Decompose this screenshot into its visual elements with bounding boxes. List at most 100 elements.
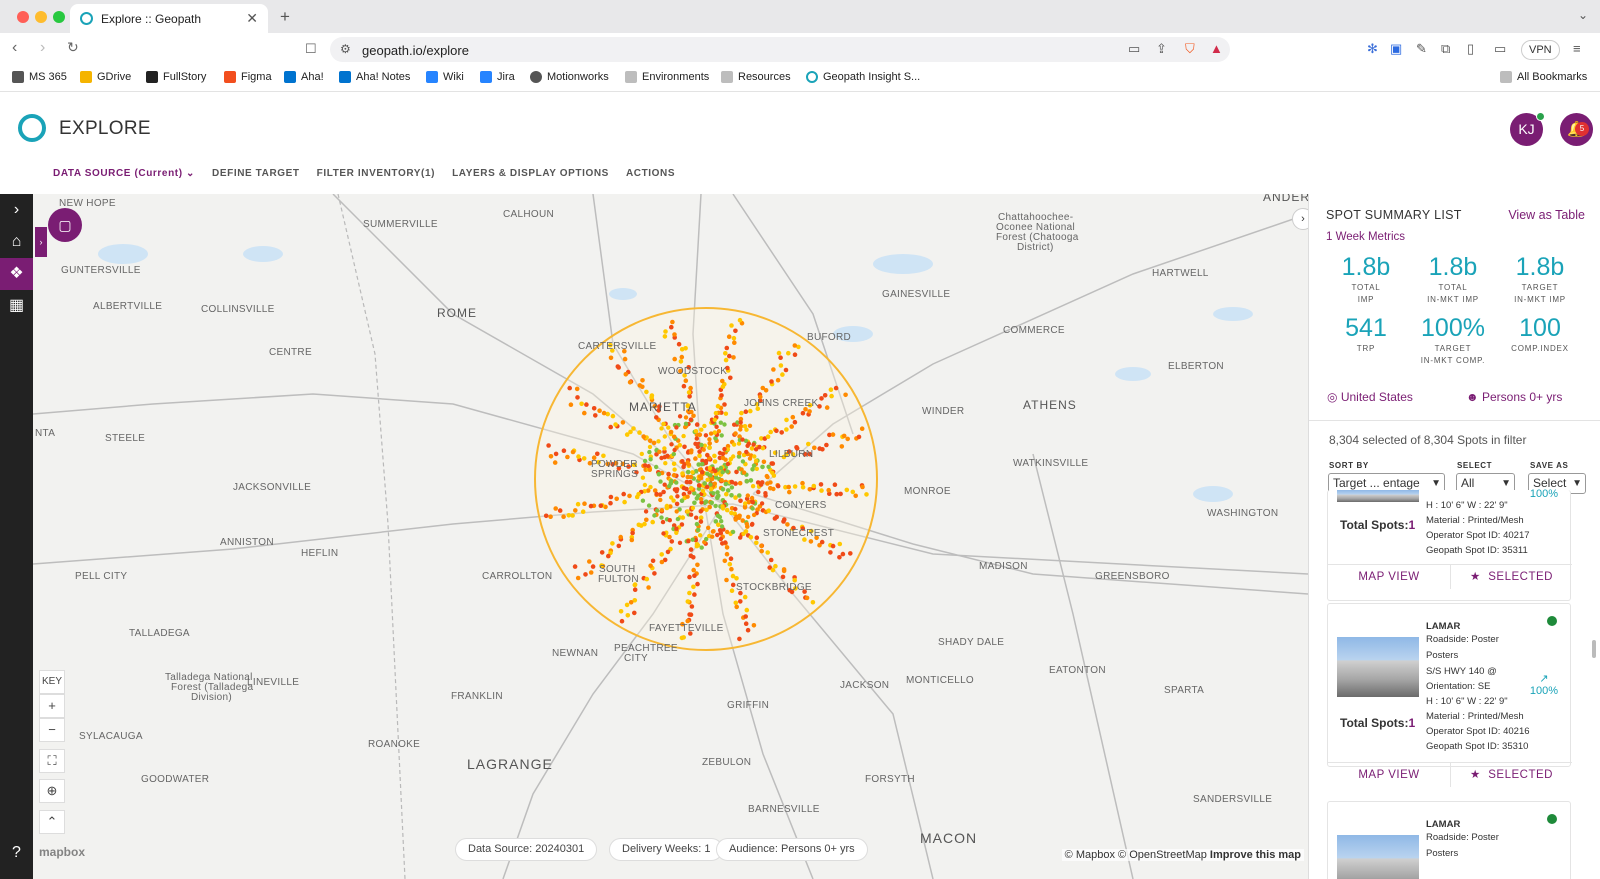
map-key-button[interactable]: KEY (39, 670, 65, 694)
collapse-controls-chevron-icon[interactable]: ⌃ (39, 810, 65, 834)
geopath-logo-icon[interactable] (18, 114, 46, 142)
help-icon[interactable]: ? (0, 837, 33, 869)
browser-tab[interactable]: Explore :: Geopath ✕ (70, 4, 268, 33)
menu-define-target[interactable]: DEFINE TARGET (212, 168, 300, 179)
bookmark-aha-notes[interactable]: Aha! Notes (339, 71, 410, 83)
zoom-window-button[interactable] (53, 11, 65, 23)
spot-dot (729, 323, 734, 328)
extension-snowflake-icon[interactable]: ✻ (1367, 41, 1378, 57)
apps-grid-icon[interactable]: ▦ (0, 290, 33, 322)
view-as-table-link[interactable]: View as Table (1508, 208, 1585, 222)
all-bookmarks[interactable]: All Bookmarks (1500, 71, 1587, 83)
map-label: MADISON (979, 561, 1028, 572)
spot-card[interactable]: LAMAR Roadside: Poster Posters (1327, 801, 1571, 879)
spot-dot (785, 522, 790, 527)
bookmark-fullstory[interactable]: FullStory (146, 71, 206, 83)
bookmark-resources[interactable]: Resources (721, 71, 791, 83)
bookmark-aha[interactable]: Aha! (284, 71, 324, 83)
expand-nav-chevron-icon[interactable]: › (0, 194, 33, 226)
locate-me-icon[interactable]: ⊕ (39, 779, 65, 803)
site-settings-icon[interactable]: ⚙ (340, 42, 351, 56)
sidebar-icon[interactable]: ▯ (1467, 41, 1474, 57)
display-screen-icon[interactable]: ▢ (48, 208, 82, 242)
cast-icon[interactable]: ▭ (1128, 41, 1140, 57)
share-icon[interactable]: ⇪ (1156, 41, 1167, 57)
bookmark-geopath-insight[interactable]: Geopath Insight S... (806, 71, 920, 83)
panel-scrollbar[interactable] (1592, 640, 1596, 658)
selected-button[interactable]: ★ SELECTED (1450, 763, 1572, 787)
spot-dot (641, 434, 646, 439)
brave-shield-icon[interactable]: ⛉ (1185, 41, 1195, 57)
back-arrow-icon[interactable]: ‹ (12, 39, 17, 57)
new-tab-icon[interactable]: + (280, 7, 290, 27)
layer-panel-tab[interactable]: › (35, 227, 47, 257)
bookmark-motionworks[interactable]: Motionworks (530, 71, 609, 83)
bookmark-gdrive[interactable]: GDrive (80, 71, 131, 83)
spot-dot (776, 350, 782, 356)
audience-selector[interactable]: ☻ Persons 0+ yrs (1466, 390, 1562, 404)
audience-pill[interactable]: Audience: Persons 0+ yrs (716, 838, 868, 861)
spot-dot (710, 534, 715, 539)
selected-button[interactable]: ★ SELECTED (1450, 565, 1572, 589)
spot-card[interactable]: LAMAR Roadside: Poster Posters S/S HWY 1… (1327, 603, 1572, 787)
spot-dot (828, 387, 834, 392)
zoom-in-button[interactable]: + (39, 694, 65, 718)
spot-dot (679, 347, 685, 352)
forward-arrow-icon[interactable]: › (40, 39, 45, 57)
app-header: EXPLORE KJ 🔔 5 DATA SOURCE (Current) ⌄ D… (0, 92, 1600, 194)
extension-new-icon[interactable]: ▣ (1390, 41, 1402, 57)
wallet-icon[interactable]: ▭ (1494, 41, 1506, 57)
bookmark-environments[interactable]: Environments (625, 71, 709, 83)
data-source-pill[interactable]: Data Source: 20240301 (455, 838, 598, 861)
delivery-weeks-pill[interactable]: Delivery Weeks: 1 (609, 838, 724, 861)
mapbox-attribution-link[interactable]: © Mapbox (1065, 849, 1115, 861)
explore-compass-icon[interactable]: ❖ (0, 258, 33, 290)
spot-card[interactable]: 100% H : 10' 6" W : 22' 9" Material : Pr… (1327, 488, 1572, 601)
eyedropper-icon[interactable]: ✎ (1416, 41, 1427, 57)
spot-dot (643, 509, 649, 514)
fullscreen-icon[interactable]: ⛶ (39, 749, 65, 773)
address-bar[interactable]: ⚙ geopath.io/explore ▭ ⇪ ⛉ ▲ (330, 37, 1230, 62)
map-view-button[interactable]: MAP VIEW (1328, 763, 1450, 787)
geography-selector[interactable]: ◎ United States (1327, 390, 1413, 404)
brave-rewards-icon[interactable]: ▲ (1210, 41, 1223, 56)
map-canvas[interactable]: ▢ › › KEY + − ⛶ ⊕ ⌃ mapbox Data Source: … (33, 194, 1308, 879)
minimize-window-button[interactable] (35, 11, 47, 23)
vpn-button[interactable]: VPN (1521, 40, 1560, 60)
spot-dot (681, 433, 686, 439)
spot-dot (808, 539, 814, 544)
tab-search-chevron-icon[interactable]: ⌄ (1578, 8, 1588, 22)
map-view-button[interactable]: MAP VIEW (1328, 565, 1450, 589)
bookmark-page-icon[interactable]: ☐ (305, 41, 317, 57)
bookmarks-bar: MS 365 GDrive FullStory Figma Aha! Aha! … (0, 65, 1600, 92)
extensions-puzzle-icon[interactable]: ⧉ (1441, 41, 1450, 57)
spot-dot (668, 429, 674, 435)
spot-dot (584, 402, 589, 407)
improve-map-link[interactable]: Improve this map (1210, 849, 1301, 861)
bookmark-figma[interactable]: Figma (224, 71, 272, 83)
close-window-button[interactable] (17, 11, 29, 23)
home-icon[interactable]: ⌂ (0, 226, 33, 258)
week-metrics-link[interactable]: 1 Week Metrics (1326, 231, 1405, 243)
browser-menu-icon[interactable]: ≡ (1573, 41, 1581, 56)
bookmark-ms365[interactable]: MS 365 (12, 71, 67, 83)
map-label: ALBERTVILLE (93, 301, 163, 312)
menu-layers-display[interactable]: LAYERS & DISPLAY OPTIONS (452, 168, 609, 179)
close-tab-icon[interactable]: ✕ (246, 10, 258, 27)
card-actions: MAP VIEW ★ SELECTED (1328, 564, 1572, 589)
spot-dot (719, 478, 724, 483)
zoom-out-button[interactable]: − (39, 718, 65, 742)
spot-dot (700, 469, 705, 475)
bookmark-wiki[interactable]: Wiki (426, 71, 464, 83)
collapse-panel-chevron-icon[interactable]: › (1292, 208, 1308, 230)
reload-icon[interactable]: ↻ (67, 39, 79, 56)
menu-filter-inventory[interactable]: FILTER INVENTORY(1) (317, 168, 435, 179)
spot-dot (548, 454, 554, 459)
spot-dot (695, 527, 701, 533)
spot-dot (765, 434, 771, 439)
menu-actions[interactable]: ACTIONS (626, 168, 675, 179)
osm-attribution-link[interactable]: © OpenStreetMap (1118, 849, 1207, 861)
bookmark-jira[interactable]: Jira (480, 71, 515, 83)
spot-dot (774, 428, 779, 434)
menu-data-source[interactable]: DATA SOURCE (Current) ⌄ (53, 168, 195, 179)
